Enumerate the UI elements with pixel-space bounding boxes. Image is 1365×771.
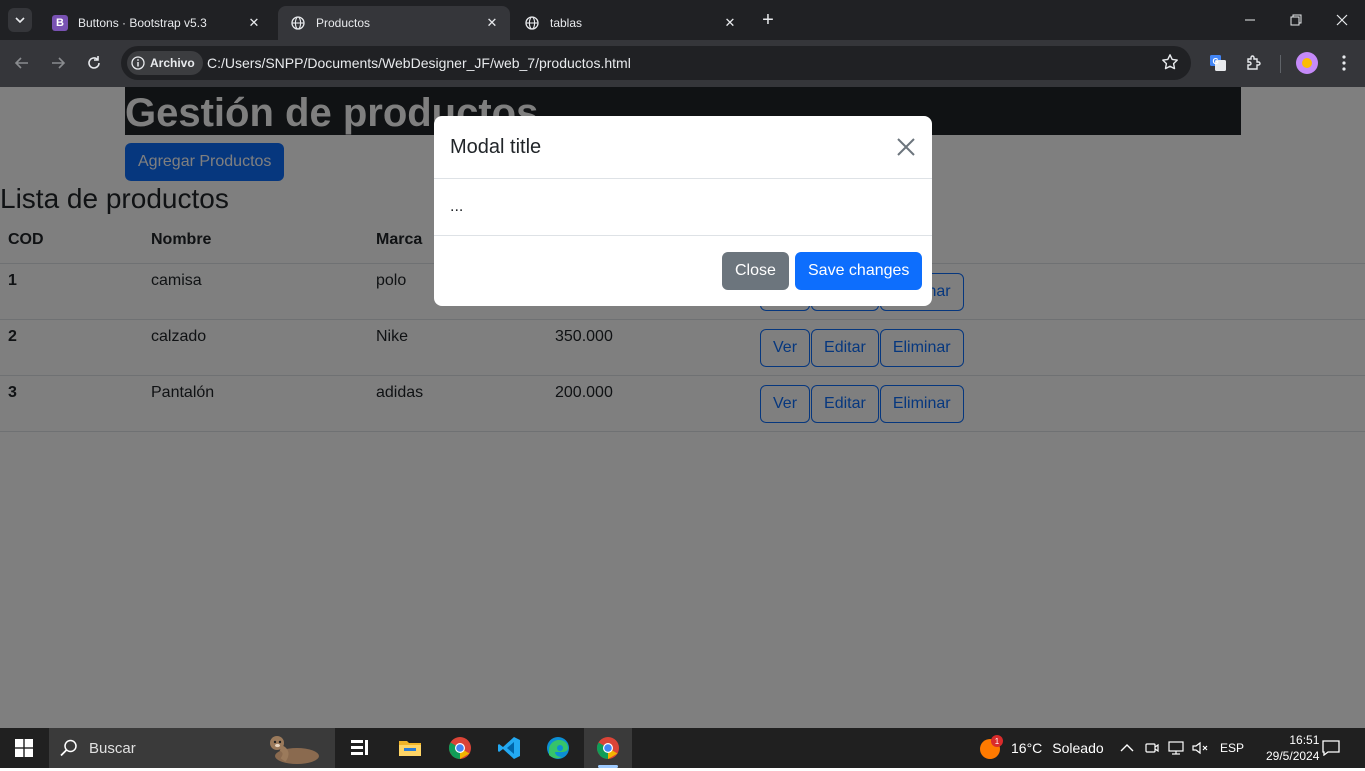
chevron-up-icon[interactable]	[1120, 728, 1138, 768]
globe-icon	[290, 15, 306, 31]
chevron-down-icon	[15, 17, 25, 23]
close-tab-icon[interactable]: ✕	[482, 13, 502, 33]
tab-productos[interactable]: Productos ✕	[278, 6, 510, 40]
arrow-right-icon	[52, 57, 66, 69]
windows-start-button[interactable]	[0, 728, 48, 768]
browser-toolbar: Archivo C:/Users/SNPP/Documents/WebDesig…	[0, 40, 1365, 87]
bookmark-star-icon[interactable]	[1161, 53, 1179, 76]
weather-temp: 16°C	[1011, 740, 1043, 756]
modal-footer: Close Save changes	[434, 235, 932, 306]
google-translate-icon[interactable]: G	[1205, 50, 1231, 76]
clock-time: 16:51	[1289, 733, 1320, 747]
weather-widget[interactable]: 1 16°C Soleado	[980, 728, 1104, 768]
search-highlight-otter-icon	[263, 730, 327, 766]
new-tab-button[interactable]: +	[756, 8, 780, 32]
tab-tablas[interactable]: tablas ✕	[512, 6, 748, 40]
restore-button[interactable]	[1273, 0, 1319, 40]
meet-now-icon[interactable]	[1145, 728, 1161, 768]
windows-taskbar: Buscar 1 16°C Soleado ESP 16:51 29/5/202…	[0, 728, 1365, 768]
avatar-icon	[1296, 52, 1318, 74]
modal-body: ...	[450, 198, 464, 215]
extensions-puzzle-icon[interactable]	[1241, 50, 1267, 76]
file-explorer-icon[interactable]	[386, 728, 434, 768]
profile-avatar[interactable]	[1294, 50, 1320, 76]
clock[interactable]: 16:51 29/5/2024	[1266, 728, 1319, 768]
reload-icon	[88, 56, 100, 69]
notifications-icon[interactable]	[1322, 728, 1344, 768]
back-button[interactable]	[9, 50, 35, 76]
close-button[interactable]: Close	[722, 252, 789, 290]
weather-badge: 1	[991, 735, 1003, 747]
toolbar-divider	[1280, 55, 1281, 73]
reload-button[interactable]	[81, 50, 107, 76]
close-window-button[interactable]	[1319, 0, 1365, 40]
arrow-left-icon	[14, 57, 28, 69]
restore-icon	[1290, 14, 1302, 26]
modal-header: Modal title	[434, 116, 932, 179]
svg-text:G: G	[1213, 57, 1219, 66]
windows-logo-icon	[15, 739, 33, 757]
chrome-icon[interactable]	[436, 728, 484, 768]
close-icon	[1336, 14, 1348, 26]
taskbar-search-box[interactable]: Buscar	[49, 728, 335, 768]
modal-close-icon[interactable]	[896, 137, 918, 159]
tab-title: Productos	[316, 16, 371, 30]
vscode-icon[interactable]	[485, 728, 533, 768]
edge-icon[interactable]	[534, 728, 582, 768]
sun-weather-icon: 1	[980, 735, 1003, 759]
globe-icon	[524, 15, 540, 31]
volume-muted-icon[interactable]	[1192, 728, 1210, 768]
site-info-chip[interactable]: Archivo	[127, 51, 203, 75]
chrome-menu-button[interactable]	[1331, 50, 1357, 76]
tab-title: Buttons · Bootstrap v5.3	[78, 16, 207, 30]
language-indicator[interactable]: ESP	[1220, 728, 1244, 768]
minimize-icon	[1245, 19, 1255, 21]
close-tab-icon[interactable]: ✕	[244, 13, 264, 33]
security-label: Archivo	[150, 56, 195, 70]
more-vert-icon	[1342, 55, 1346, 71]
tab-title: tablas	[550, 16, 583, 30]
network-icon[interactable]	[1168, 728, 1186, 768]
chrome-active-icon[interactable]	[584, 728, 632, 768]
search-icon	[60, 739, 77, 757]
modal-dialog: Modal title ... Close Save changes	[434, 116, 932, 306]
tab-buttons-bootstrap[interactable]: B Buttons · Bootstrap v5.3 ✕	[40, 6, 272, 40]
weather-desc: Soleado	[1052, 740, 1104, 756]
save-changes-button[interactable]: Save changes	[795, 252, 923, 290]
tab-search-button[interactable]	[8, 8, 32, 32]
bootstrap-icon: B	[52, 15, 68, 31]
task-view-icon[interactable]	[336, 728, 384, 768]
minimize-button[interactable]	[1227, 0, 1273, 40]
info-icon	[131, 56, 145, 70]
modal-title: Modal title	[450, 136, 542, 158]
url-text[interactable]: C:/Users/SNPP/Documents/WebDesigner_JF/w…	[207, 55, 631, 71]
close-tab-icon[interactable]: ✕	[720, 13, 740, 33]
forward-button[interactable]	[45, 50, 71, 76]
address-bar[interactable]: Archivo C:/Users/SNPP/Documents/WebDesig…	[121, 46, 1191, 80]
browser-tab-bar: B Buttons · Bootstrap v5.3 ✕ Productos ✕…	[0, 0, 1365, 40]
clock-date: 29/5/2024	[1266, 749, 1320, 763]
search-placeholder: Buscar	[89, 739, 136, 757]
